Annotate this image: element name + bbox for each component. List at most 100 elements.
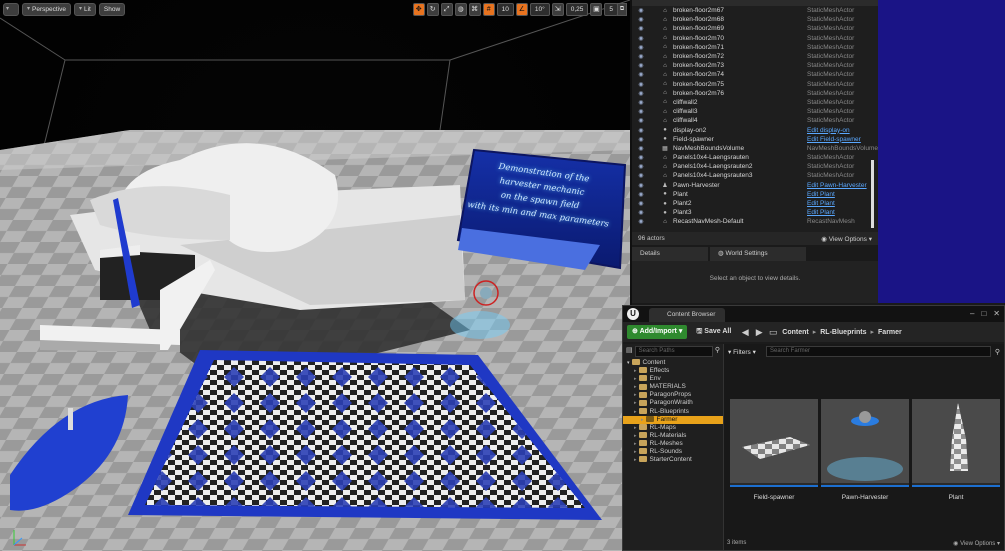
search-paths-input[interactable]: Search Paths	[634, 346, 713, 357]
chevron-right-icon[interactable]: ▸	[634, 425, 637, 431]
outliner-row[interactable]: ◉ ⌂ Panels10x4-Laengsrauten3 StaticMeshActo…	[632, 171, 878, 180]
visibility-eye-icon[interactable]: ◉	[635, 154, 647, 161]
folder-tree-item[interactable]: ▸ Farmer	[623, 415, 723, 424]
surface-snap-icon[interactable]: ⌘	[468, 3, 481, 16]
visibility-eye-icon[interactable]: ◉	[635, 44, 647, 51]
chevron-right-icon[interactable]: ▸	[634, 433, 637, 439]
actor-type[interactable]: Edit Plant	[807, 209, 835, 216]
outliner-row[interactable]: ◉ ⌂ broken-floor2m75 StaticMeshActor	[632, 80, 878, 89]
outliner-view-options[interactable]: ◉ View Options ▾	[821, 235, 872, 243]
outliner-row[interactable]: ◉ ⌂ cliffwall3 StaticMeshActor	[632, 107, 878, 116]
outliner-row[interactable]: ◉ ♟ Pawn-Harvester Edit Pawn-Harvester	[632, 181, 878, 190]
minimize-icon[interactable]: –	[970, 309, 974, 318]
sources-toggle-icon[interactable]: ▤	[626, 346, 633, 357]
close-icon[interactable]: ✕	[993, 309, 1000, 318]
content-browser-titlebar[interactable]: U Content Browser – □ ✕	[623, 306, 1004, 322]
rotation-snap-value[interactable]: 10°	[529, 3, 550, 16]
outliner-row[interactable]: ◉ ⌂ broken-floor2m68 StaticMeshActor	[632, 15, 878, 24]
folder-tree-item[interactable]: ▸ ParagonProps	[623, 391, 723, 399]
outliner-row[interactable]: ◉ ▦ NavMeshBoundsVolume NavMeshBoundsVolume	[632, 144, 878, 153]
outliner-row[interactable]: ◉ ⌂ Panels10x4-Laengsrauten StaticMeshActor	[632, 153, 878, 162]
folder-tree-item[interactable]: ▸ Env	[623, 375, 723, 383]
outliner-row[interactable]: ◉ ● Field-spawner Edit Field-spawner	[632, 135, 878, 144]
outliner-row[interactable]: ◉ ⌂ broken-floor2m74 StaticMeshActor	[632, 70, 878, 79]
filters-button[interactable]: ▾ Filters ▾	[728, 348, 762, 356]
actor-type[interactable]: Edit display-on	[807, 127, 850, 134]
maximize-viewport-icon[interactable]: ⧉	[617, 3, 627, 16]
cb-view-options[interactable]: ◉ View Options ▾	[953, 540, 1000, 550]
grid-snap-value[interactable]: 10	[496, 3, 514, 16]
outliner-row[interactable]: ◉ ⌂ broken-floor2m69 StaticMeshActor	[632, 24, 878, 33]
grid-snap-icon[interactable]: #	[482, 3, 495, 16]
folder-tree-item[interactable]: ▸ RL-Sounds	[623, 448, 723, 456]
outliner-row[interactable]: ◉ ⌂ broken-floor2m73 StaticMeshActor	[632, 61, 878, 70]
chevron-right-icon[interactable]: ▸	[634, 449, 637, 455]
chevron-right-icon[interactable]: ▸	[634, 368, 637, 374]
camera-speed-icon[interactable]: ▣	[590, 3, 603, 16]
breadcrumb-content[interactable]: Content	[782, 329, 808, 336]
actor-type[interactable]: Edit Field-spawner	[807, 136, 861, 143]
scene-render[interactable]	[0, 0, 630, 551]
outliner-row[interactable]: ◉ ⌂ cliffwall2 StaticMeshActor	[632, 98, 878, 107]
asset-tile-field-spawner[interactable]	[730, 399, 818, 487]
folder-tree-item[interactable]: ▸ RL-Blueprints	[623, 408, 723, 416]
actor-type[interactable]: Edit Pawn-Harvester	[807, 182, 867, 189]
outliner-row[interactable]: ◉ ⌂ broken-floor2m71 StaticMeshActor	[632, 43, 878, 52]
actor-type[interactable]: Edit Plant	[807, 200, 835, 207]
asset-tile-pawn-harvester[interactable]	[821, 399, 909, 487]
visibility-eye-icon[interactable]: ◉	[635, 182, 647, 189]
breadcrumb-rl-blueprints[interactable]: RL-Blueprints	[820, 329, 866, 336]
save-all-button[interactable]: 🖫 Save All	[691, 325, 736, 339]
breadcrumb-farmer[interactable]: Farmer	[878, 329, 902, 336]
visibility-eye-icon[interactable]: ◉	[635, 81, 647, 88]
visibility-eye-icon[interactable]: ◉	[635, 108, 647, 115]
visibility-eye-icon[interactable]: ◉	[635, 191, 647, 198]
lit-button[interactable]: Lit	[73, 3, 96, 16]
visibility-eye-icon[interactable]: ◉	[635, 209, 647, 216]
visibility-eye-icon[interactable]: ◉	[635, 7, 647, 14]
visibility-eye-icon[interactable]: ◉	[635, 71, 647, 78]
visibility-eye-icon[interactable]: ◉	[635, 53, 647, 60]
folder-tree-item[interactable]: ▸ RL-Meshes	[623, 440, 723, 448]
outliner-row[interactable]: ◉ ⌂ broken-floor2m76 StaticMeshActor	[632, 89, 878, 98]
world-local-icon[interactable]: ◍	[454, 3, 467, 16]
visibility-eye-icon[interactable]: ◉	[635, 136, 647, 143]
chevron-right-icon[interactable]: ▸	[634, 384, 637, 390]
outliner-row[interactable]: ◉ ⌂ cliffwall4 StaticMeshActor	[632, 116, 878, 125]
folder-tree-item[interactable]: ▸ MATERIALS	[623, 383, 723, 391]
folder-tree-item[interactable]: ▸ RL-Maps	[623, 424, 723, 432]
visibility-eye-icon[interactable]: ◉	[635, 218, 647, 225]
chevron-right-icon[interactable]: ▸	[634, 409, 637, 415]
visibility-eye-icon[interactable]: ◉	[635, 99, 647, 106]
visibility-eye-icon[interactable]: ◉	[635, 25, 647, 32]
chevron-right-icon[interactable]: ▸	[641, 417, 644, 423]
outliner-row[interactable]: ◉ ⌂ RecastNavMesh-Default RecastNavMesh	[632, 217, 878, 226]
tab-details[interactable]: Details	[632, 247, 708, 261]
search-assets-input[interactable]: Search Farmer	[766, 346, 991, 357]
outliner-row[interactable]: ◉ ● Plant3 Edit Plant	[632, 208, 878, 217]
scale-icon[interactable]: ⤢	[440, 3, 453, 16]
outliner-row[interactable]: ◉ ● display-on2 Edit display-on	[632, 125, 878, 134]
visibility-eye-icon[interactable]: ◉	[635, 35, 647, 42]
translate-icon[interactable]: ✥	[412, 3, 425, 16]
visibility-eye-icon[interactable]: ◉	[635, 127, 647, 134]
visibility-eye-icon[interactable]: ◉	[635, 200, 647, 207]
folder-tree-item[interactable]: ▸ ParagonWraith	[623, 399, 723, 407]
scale-snap-value[interactable]: 0,25	[565, 3, 589, 16]
folder-tree-item[interactable]: ▸ Effects	[623, 367, 723, 375]
tab-content-browser[interactable]: Content Browser	[649, 308, 726, 322]
show-button[interactable]: Show	[98, 3, 126, 16]
chevron-right-icon[interactable]: ▸	[634, 392, 637, 398]
chevron-right-icon[interactable]: ▸	[634, 400, 637, 406]
visibility-eye-icon[interactable]: ◉	[635, 90, 647, 97]
camera-speed-value[interactable]: 5	[604, 3, 618, 16]
chevron-right-icon[interactable]: ▸	[634, 457, 637, 463]
folder-tree-item[interactable]: ▸ StarterContent	[623, 456, 723, 464]
visibility-eye-icon[interactable]: ◉	[635, 163, 647, 170]
visibility-eye-icon[interactable]: ◉	[635, 62, 647, 69]
visibility-eye-icon[interactable]: ◉	[635, 117, 647, 124]
outliner-row[interactable]: ◉ ● Plant Edit Plant	[632, 190, 878, 199]
visibility-eye-icon[interactable]: ◉	[635, 172, 647, 179]
viewport-options-button[interactable]	[3, 3, 19, 16]
outliner-row[interactable]: ◉ ⌂ Panels10x4-Laengsrauten2 StaticMeshActo…	[632, 162, 878, 171]
